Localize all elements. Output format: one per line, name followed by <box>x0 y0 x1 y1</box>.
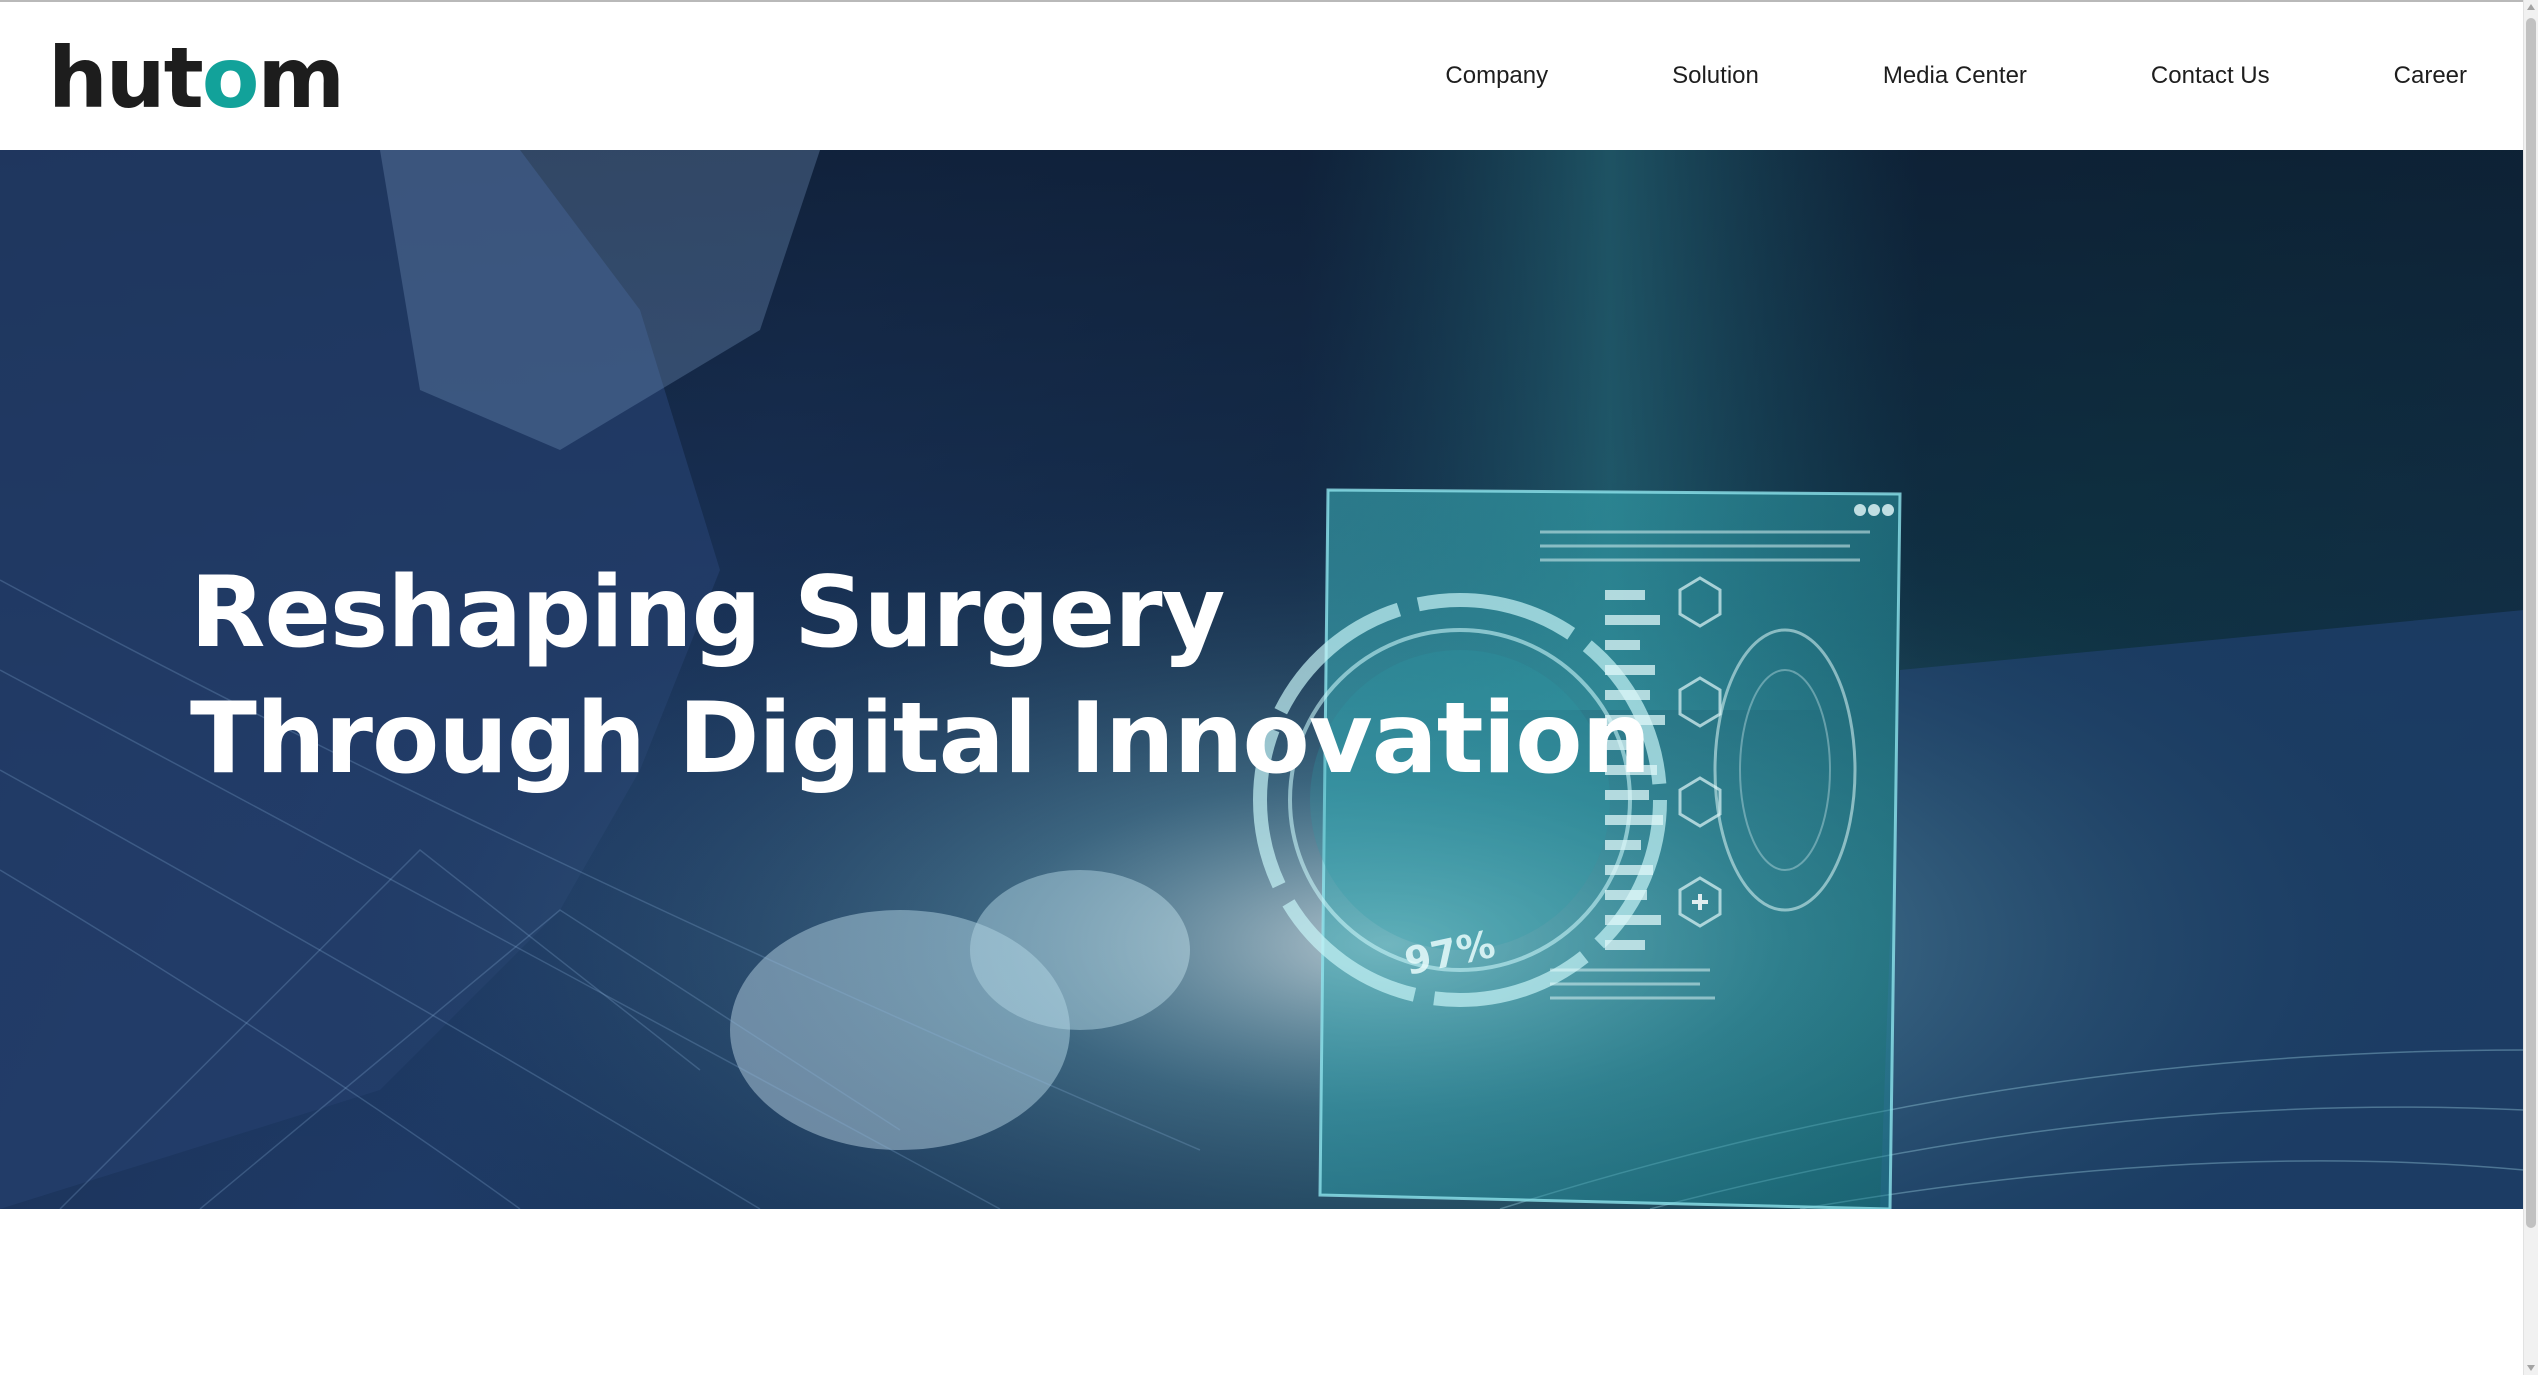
scroll-up-arrow-icon[interactable] <box>2527 4 2535 10</box>
page: hutom Company Solution Media Center Cont… <box>0 0 2538 1375</box>
logo-accent-letter: o <box>201 29 260 127</box>
site-header: hutom Company Solution Media Center Cont… <box>0 2 2524 150</box>
nav-item-contact-us[interactable]: Contact Us <box>2151 62 2270 90</box>
nav-item-company[interactable]: Company <box>1445 62 1548 90</box>
hero-banner: 97% Reshaping Surgery Through Digital In… <box>0 150 2524 1209</box>
scroll-down-arrow-icon[interactable] <box>2527 1365 2535 1371</box>
hutom-logo[interactable]: hutom <box>48 29 345 127</box>
hero-title-line1: Reshaping Surgery <box>190 556 1225 670</box>
nav-item-solution[interactable]: Solution <box>1672 62 1759 90</box>
main-nav: Company Solution Media Center Contact Us… <box>1445 2 2524 150</box>
scrollbar-thumb[interactable] <box>2526 18 2536 1228</box>
vertical-scrollbar[interactable] <box>2523 0 2538 1375</box>
hero-title-line2: Through Digital Innovation <box>190 682 1651 796</box>
nav-item-career[interactable]: Career <box>2394 62 2467 90</box>
logo-wordmark: hutom <box>48 29 345 127</box>
nav-item-media-center[interactable]: Media Center <box>1883 62 2027 90</box>
hero-title: Reshaping Surgery Through Digital Innova… <box>190 550 1651 802</box>
